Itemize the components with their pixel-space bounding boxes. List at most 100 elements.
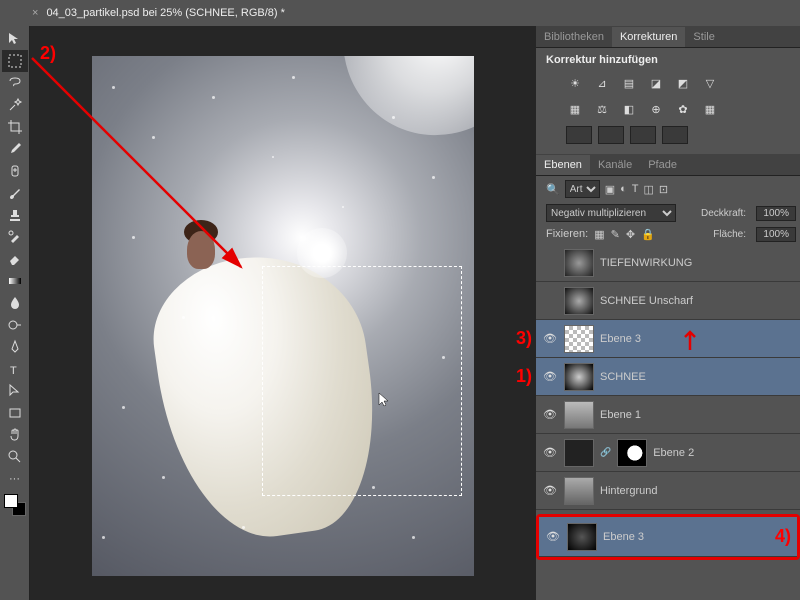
annotation-4: 4) [775, 526, 791, 547]
layer-row[interactable]: 👁 Ebene 3 [536, 320, 800, 358]
fill-value[interactable]: 100% [756, 227, 796, 242]
layer-row[interactable]: TIEFENWIRKUNG [536, 244, 800, 282]
layer-thumb [564, 287, 594, 315]
history-brush-tool[interactable] [2, 226, 28, 248]
visibility-toggle[interactable]: 👁 [542, 484, 558, 497]
layer-row[interactable]: 👁 SCHNEE [536, 358, 800, 396]
layer-thumb [567, 523, 597, 551]
lock-paint-icon[interactable]: ✎ [611, 228, 620, 241]
layer-row[interactable]: 👁 Hintergrund [536, 472, 800, 510]
lock-position-icon[interactable]: ✥ [626, 228, 635, 241]
layer-name: Ebene 2 [653, 447, 794, 459]
svg-text:T: T [10, 365, 17, 377]
layer-row[interactable]: 👁 Ebene 1 [536, 396, 800, 434]
dodge-tool[interactable] [2, 314, 28, 336]
tab-kanaele[interactable]: Kanäle [590, 155, 640, 175]
stamp-tool[interactable] [2, 204, 28, 226]
highlighted-layer-panel: 👁 Ebene 3 4) [536, 514, 800, 560]
tab-ebenen[interactable]: Ebenen [536, 155, 590, 175]
hand-tool[interactable] [2, 424, 28, 446]
tab-korrekturen[interactable]: Korrekturen [612, 27, 685, 47]
lasso-tool[interactable] [2, 72, 28, 94]
layer-name: Ebene 3 [600, 333, 794, 345]
brush-tool[interactable] [2, 182, 28, 204]
filter-type-icon[interactable]: T [632, 183, 639, 195]
color-lookup-icon[interactable]: ✿ [674, 100, 692, 118]
adjustments-title: Korrektur hinzufügen [546, 54, 790, 66]
annotation-1: 1) [516, 366, 532, 387]
filter-smart-icon[interactable]: ⊡ [659, 183, 668, 196]
layer-name: SCHNEE Unscharf [600, 295, 794, 307]
opacity-label: Deckkraft: [701, 208, 746, 219]
move-tool[interactable] [2, 28, 28, 50]
edit-toolbar[interactable]: ··· [2, 468, 28, 490]
tab-stile[interactable]: Stile [685, 27, 722, 47]
preset-4[interactable] [662, 126, 688, 144]
photo-filter-icon[interactable]: ◧ [620, 100, 638, 118]
curves-icon[interactable]: ▤ [620, 74, 638, 92]
canvas-area [30, 26, 536, 600]
layer-thumb [564, 363, 594, 391]
layer-name: Hintergrund [600, 485, 794, 497]
visibility-toggle[interactable]: 👁 [542, 446, 558, 459]
vibrance-icon[interactable]: ◩ [674, 74, 692, 92]
layer-thumb [564, 325, 594, 353]
filter-adj-icon[interactable]: ◐ [620, 183, 627, 195]
brightness-icon[interactable]: ☀ [566, 74, 584, 92]
layer-name: Ebene 3 [603, 531, 739, 543]
document-canvas[interactable] [92, 56, 474, 576]
document-title: 04_03_partikel.psd bei 25% (SCHNEE, RGB/… [46, 7, 284, 19]
visibility-toggle[interactable]: 👁 [542, 370, 558, 383]
layer-row[interactable]: 👁 🔗 Ebene 2 [536, 434, 800, 472]
type-tool[interactable]: T [2, 358, 28, 380]
blur-tool[interactable] [2, 292, 28, 314]
gradient-tool[interactable] [2, 270, 28, 292]
tab-close-icon[interactable]: × [32, 7, 38, 19]
marquee-tool[interactable] [2, 50, 28, 72]
eyedropper-tool[interactable] [2, 138, 28, 160]
levels-icon[interactable]: ⊿ [593, 74, 611, 92]
visibility-toggle[interactable]: 👁 [542, 332, 558, 345]
color-swatches[interactable] [4, 494, 26, 516]
channel-mixer-icon[interactable]: ⊕ [647, 100, 665, 118]
eraser-tool[interactable] [2, 248, 28, 270]
visibility-toggle[interactable]: 👁 [542, 408, 558, 421]
layer-filter-select[interactable]: Art [565, 180, 600, 198]
layer-row[interactable]: 👁 Ebene 3 4) [539, 517, 797, 557]
opacity-value[interactable]: 100% [756, 206, 796, 221]
annotation-3: 3) [516, 328, 532, 349]
layers-panel-tabs: Ebenen Kanäle Pfade [536, 154, 800, 176]
layer-row[interactable]: SCHNEE Unscharf [536, 282, 800, 320]
preset-1[interactable] [566, 126, 592, 144]
visibility-toggle[interactable]: 👁 [545, 530, 561, 543]
crop-tool[interactable] [2, 116, 28, 138]
layer-name: Ebene 1 [600, 409, 794, 421]
filter-pixel-icon[interactable]: ▣ [605, 183, 615, 196]
lock-label: Fixieren: [546, 228, 588, 240]
lock-all-icon[interactable]: 🔒 [641, 228, 655, 241]
healing-tool[interactable] [2, 160, 28, 182]
path-select-tool[interactable] [2, 380, 28, 402]
layer-thumb [564, 249, 594, 277]
blend-mode-select[interactable]: Negativ multiplizieren [546, 204, 676, 222]
layer-mask-thumb [617, 439, 647, 467]
posterize-icon[interactable]: ▦ [701, 100, 719, 118]
zoom-tool[interactable] [2, 446, 28, 468]
preset-2[interactable] [598, 126, 624, 144]
preset-3[interactable] [630, 126, 656, 144]
adjustments-panel: Korrektur hinzufügen ☀ ⊿ ▤ ◪ ◩ ▽ ▦ ⚖ ◧ ⊕… [536, 48, 800, 150]
lock-transparent-icon[interactable]: ▦ [594, 228, 604, 241]
pen-tool[interactable] [2, 336, 28, 358]
layers-list: TIEFENWIRKUNG SCHNEE Unscharf 👁 Ebene 3 … [536, 244, 800, 510]
balance-icon[interactable]: ⚖ [593, 100, 611, 118]
magic-wand-tool[interactable] [2, 94, 28, 116]
filter-shape-icon[interactable]: ◫ [644, 183, 654, 196]
bw-icon[interactable]: ▦ [566, 100, 584, 118]
exposure-icon[interactable]: ◪ [647, 74, 665, 92]
layer-thumb [564, 401, 594, 429]
tab-bibliotheken[interactable]: Bibliotheken [536, 27, 612, 47]
tab-pfade[interactable]: Pfade [640, 155, 685, 175]
rectangle-tool[interactable] [2, 402, 28, 424]
layer-name: SCHNEE [600, 371, 794, 383]
hue-icon[interactable]: ▽ [701, 74, 719, 92]
